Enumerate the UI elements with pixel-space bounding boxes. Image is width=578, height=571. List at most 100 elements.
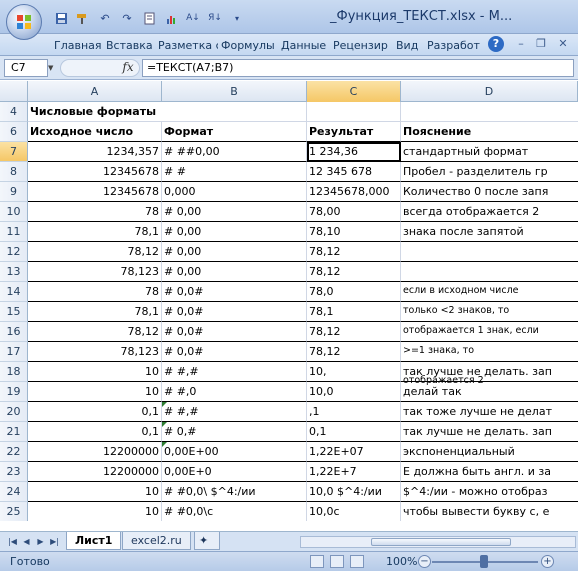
cell-c-21[interactable]: 0,1: [307, 422, 401, 442]
row-header[interactable]: 18: [0, 362, 28, 382]
save-icon[interactable]: [52, 10, 70, 26]
tab-insert[interactable]: Вставка: [106, 37, 154, 54]
chart-icon[interactable]: [162, 10, 180, 26]
cell-b-6[interactable]: Формат: [162, 122, 307, 142]
sheet-tab-2[interactable]: excel2.ru: [122, 532, 191, 550]
cell-d-8[interactable]: Пробел - разделитель гр: [401, 162, 578, 182]
row-header[interactable]: 19: [0, 382, 28, 402]
office-button[interactable]: [6, 4, 42, 40]
cell-c-23[interactable]: 1,22E+7: [307, 462, 401, 482]
cell-c-13[interactable]: 78,12: [307, 262, 401, 282]
sheet-tab-1[interactable]: Лист1: [66, 532, 122, 550]
cell-d-7[interactable]: стандартный формат: [401, 142, 578, 162]
sort-ascending-icon[interactable]: A↓: [184, 10, 202, 26]
redo-icon[interactable]: ↷: [118, 10, 136, 26]
cell-a-25[interactable]: 10: [28, 502, 162, 521]
cell-d-4[interactable]: [401, 102, 578, 122]
row-header[interactable]: 10: [0, 202, 28, 222]
cell-d-22[interactable]: экспоненциальный: [401, 442, 578, 462]
cell-d-9[interactable]: Количество 0 после запя: [401, 182, 578, 202]
cell-d-15[interactable]: только <2 знаков, то: [401, 302, 578, 322]
cell-c-20[interactable]: ,1: [307, 402, 401, 422]
cell-c-17[interactable]: 78,12: [307, 342, 401, 362]
cell-d-24[interactable]: $^4:/ии - можно отобраз: [401, 482, 578, 502]
cell-a-21[interactable]: 0,1: [28, 422, 162, 442]
cell-c-24[interactable]: 10,0 $^4:/ии: [307, 482, 401, 502]
cell-c-4[interactable]: [307, 102, 401, 122]
cell-c-16[interactable]: 78,12: [307, 322, 401, 342]
row-header[interactable]: 13: [0, 262, 28, 282]
cell-a-9[interactable]: 12345678: [28, 182, 162, 202]
cell-a-22[interactable]: 12200000: [28, 442, 162, 462]
zoom-out-icon[interactable]: −: [418, 555, 431, 568]
row-header[interactable]: 16: [0, 322, 28, 342]
cell-b-9[interactable]: 0,000: [162, 182, 307, 202]
page-layout-view-icon[interactable]: [330, 555, 344, 568]
horizontal-scroll-thumb[interactable]: [371, 538, 511, 546]
cell-a-15[interactable]: 78,1: [28, 302, 162, 322]
cell-c-9[interactable]: 12345678,000: [307, 182, 401, 202]
row-header[interactable]: 9: [0, 182, 28, 202]
insert-function-icon[interactable]: fx: [118, 60, 138, 76]
cell-b-14[interactable]: # 0,0#: [162, 282, 307, 302]
row-header[interactable]: 6: [0, 122, 28, 142]
tab-review[interactable]: Рецензир: [333, 37, 391, 54]
help-icon[interactable]: ?: [488, 36, 504, 52]
cell-a-10[interactable]: 78: [28, 202, 162, 222]
name-box-dropdown-icon[interactable]: ▼: [48, 59, 58, 77]
print-preview-icon[interactable]: [140, 10, 158, 26]
row-header[interactable]: 21: [0, 422, 28, 442]
cell-a-20[interactable]: 0,1: [28, 402, 162, 422]
cell-c-22[interactable]: 1,22E+07: [307, 442, 401, 462]
first-sheet-icon[interactable]: |◀: [6, 535, 19, 548]
cell-d-6[interactable]: Пояснение: [401, 122, 578, 142]
cell-d-11[interactable]: знака после запятой: [401, 222, 578, 242]
row-header[interactable]: 8: [0, 162, 28, 182]
cell-b-25[interactable]: # #0,0\c: [162, 502, 307, 521]
tab-formulas[interactable]: Формулы: [221, 37, 277, 54]
cell-c-12[interactable]: 78,12: [307, 242, 401, 262]
cell-a-24[interactable]: 10: [28, 482, 162, 502]
customize-qat-icon[interactable]: ▾: [228, 10, 246, 26]
row-header[interactable]: 12: [0, 242, 28, 262]
cell-c-7[interactable]: 1 234,36: [307, 142, 401, 162]
zoom-slider-thumb[interactable]: [480, 555, 488, 568]
cell-d-14[interactable]: если в исходном числе: [401, 282, 578, 302]
cell-a-12[interactable]: 78,12: [28, 242, 162, 262]
close-icon[interactable]: ✕: [556, 37, 570, 51]
cell-b-18[interactable]: # #,#: [162, 362, 307, 382]
cell-b-4[interactable]: [162, 102, 307, 122]
column-header-c[interactable]: C: [307, 81, 401, 102]
row-header[interactable]: 23: [0, 462, 28, 482]
column-header-a[interactable]: A: [28, 81, 162, 102]
cell-d-21[interactable]: так лучше не делать. зап: [401, 422, 578, 442]
column-header-b[interactable]: B: [162, 81, 307, 102]
minimize-icon[interactable]: –: [514, 37, 528, 51]
last-sheet-icon[interactable]: ▶|: [48, 535, 61, 548]
horizontal-scrollbar[interactable]: [300, 536, 576, 548]
cell-c-14[interactable]: 78,0: [307, 282, 401, 302]
cell-b-21[interactable]: # 0,#: [162, 422, 307, 442]
cell-c-25[interactable]: 10,0c: [307, 502, 401, 521]
tab-developer[interactable]: Разработ: [427, 37, 485, 54]
row-header[interactable]: 17: [0, 342, 28, 362]
cell-a-23[interactable]: 12200000: [28, 462, 162, 482]
cell-d-12[interactable]: [401, 242, 578, 262]
zoom-in-icon[interactable]: +: [541, 555, 554, 568]
cell-b-11[interactable]: # 0,00: [162, 222, 307, 242]
cell-b-22[interactable]: 0,00E+00: [162, 442, 307, 462]
cell-c-8[interactable]: 12 345 678: [307, 162, 401, 182]
insert-sheet-icon[interactable]: ✦: [194, 532, 220, 550]
cell-a-7[interactable]: 1234,357: [28, 142, 162, 162]
row-header[interactable]: 15: [0, 302, 28, 322]
tab-home[interactable]: Главная: [54, 37, 102, 54]
format-painter-icon[interactable]: [74, 10, 92, 26]
cell-c-11[interactable]: 78,10: [307, 222, 401, 242]
cell-b-10[interactable]: # 0,00: [162, 202, 307, 222]
cell-a-18[interactable]: 10: [28, 362, 162, 382]
page-break-view-icon[interactable]: [350, 555, 364, 568]
formula-input[interactable]: =ТЕКСТ(A7;B7): [142, 59, 574, 77]
cell-b-17[interactable]: # 0,0#: [162, 342, 307, 362]
cell-b-12[interactable]: # 0,00: [162, 242, 307, 262]
cell-b-8[interactable]: # #: [162, 162, 307, 182]
